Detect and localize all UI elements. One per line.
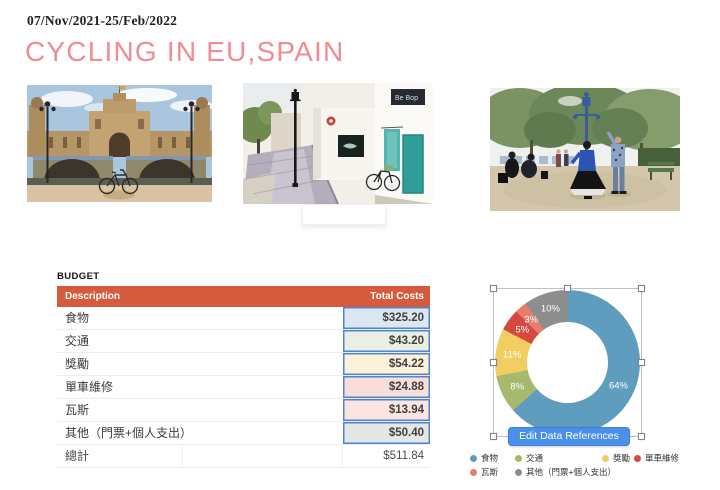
legend-item[interactable]: 其他（門票+個人支出） <box>515 466 616 478</box>
selection-handle-n[interactable] <box>564 285 571 292</box>
plaza-medallion <box>103 191 135 200</box>
budget-table[interactable]: Description Total Costs 食物 $325.20 交通 $4… <box>57 286 430 468</box>
donut-percent-label: 3% <box>524 314 538 325</box>
legend-label: 交通 <box>526 452 543 464</box>
donut-percent-label: 5% <box>515 324 529 335</box>
row-label-cell[interactable]: 其他（門票+個人支出） <box>57 422 343 444</box>
bebop-sign-text: Be Bop <box>395 95 418 102</box>
table-row: 食物 $325.20 <box>57 307 430 330</box>
donut-percent-label: 8% <box>510 382 524 393</box>
legend-label: 食物 <box>481 452 498 464</box>
row-value-cell-selected[interactable]: $13.94 <box>343 399 430 421</box>
legend-dot <box>470 455 477 462</box>
legend-label: 瓦斯 <box>481 466 498 478</box>
legend-dot <box>515 455 522 462</box>
chart-selection-box[interactable]: 64% 8% 11% 5%3%10% <box>493 288 642 437</box>
total-value-cell[interactable]: $511.84 <box>343 445 430 467</box>
legend-dot <box>515 469 522 476</box>
selection-handle-w[interactable] <box>490 359 497 366</box>
selection-handle-sw[interactable] <box>490 433 497 440</box>
edit-data-references-button[interactable]: Edit Data References <box>508 427 630 446</box>
row-label-cell[interactable]: 單車維修 <box>57 376 343 398</box>
row-label-cell[interactable]: 瓦斯 <box>57 399 343 421</box>
empty-caption-placeholder[interactable] <box>302 204 386 225</box>
selection-handle-e[interactable] <box>638 359 645 366</box>
column-header-total-costs[interactable]: Total Costs <box>343 286 430 307</box>
donut-hole <box>527 322 608 403</box>
photo-park-flamenco-dancers[interactable] <box>490 88 680 211</box>
row-value-cell-selected[interactable]: $43.20 <box>343 330 430 352</box>
legend-item[interactable]: 單車維修 <box>634 452 679 464</box>
row-label-cell[interactable]: 獎勵 <box>57 353 343 375</box>
table-row: 交通 $43.20 <box>57 330 430 353</box>
presentation-slide: 07/Nov/2021-25/Feb/2022 CYCLING IN EU,SP… <box>0 0 720 490</box>
donut-percent-label: 64% <box>609 380 628 391</box>
page-title[interactable]: CYCLING IN EU,SPAIN <box>25 36 344 68</box>
table-row: 其他（門票+個人支出） $50.40 <box>57 422 430 445</box>
photo-white-village-street[interactable]: Be Bop <box>243 83 433 204</box>
row-value-cell-selected[interactable]: $54.22 <box>343 353 430 375</box>
legend-label: 其他（門票+個人支出） <box>526 466 616 478</box>
legend-item[interactable]: 交通 <box>515 452 543 464</box>
row-value-cell-selected[interactable]: $50.40 <box>343 422 430 444</box>
total-label-cell[interactable]: 總計 <box>57 445 183 467</box>
photo-plaza-de-espana[interactable] <box>27 85 212 202</box>
total-empty-cell[interactable] <box>183 445 343 467</box>
legend-dot <box>602 455 609 462</box>
row-value-cell-selected[interactable]: $24.88 <box>343 376 430 398</box>
plaza-de-espana-image <box>27 85 212 202</box>
legend-dot <box>634 455 641 462</box>
legend-item[interactable]: 瓦斯 <box>470 466 498 478</box>
park-dancers-image <box>490 88 680 211</box>
legend-label: 單車維修 <box>645 452 679 464</box>
table-total-row: 總計 $511.84 <box>57 445 430 468</box>
legend-dot <box>470 469 477 476</box>
table-row: 獎勵 $54.22 <box>57 353 430 376</box>
table-header-row: Description Total Costs <box>57 286 430 307</box>
donut-chart[interactable]: 64% 8% 11% 5%3%10% <box>495 290 640 435</box>
row-label-cell[interactable]: 食物 <box>57 307 343 329</box>
date-range-text[interactable]: 07/Nov/2021-25/Feb/2022 <box>27 13 177 29</box>
selection-handle-ne[interactable] <box>638 285 645 292</box>
donut-percent-label: 11% <box>503 349 521 360</box>
column-header-description[interactable]: Description <box>57 286 343 307</box>
row-label-cell[interactable]: 交通 <box>57 330 343 352</box>
legend-label: 獎勵 <box>613 452 630 464</box>
selection-handle-se[interactable] <box>638 433 645 440</box>
selection-handle-nw[interactable] <box>490 285 497 292</box>
table-row: 單車維修 $24.88 <box>57 376 430 399</box>
legend-item[interactable]: 獎勵 <box>602 452 630 464</box>
row-value-cell-selected[interactable]: $325.20 <box>343 307 430 329</box>
village-street-image: Be Bop <box>243 83 433 204</box>
legend-item[interactable]: 食物 <box>470 452 498 464</box>
table-row: 瓦斯 $13.94 <box>57 399 430 422</box>
shop-facade: Be Bop <box>375 83 433 204</box>
donut-percent-label: 10% <box>541 304 560 315</box>
budget-section-label: BUDGET <box>57 271 100 282</box>
center-wall <box>313 108 375 180</box>
